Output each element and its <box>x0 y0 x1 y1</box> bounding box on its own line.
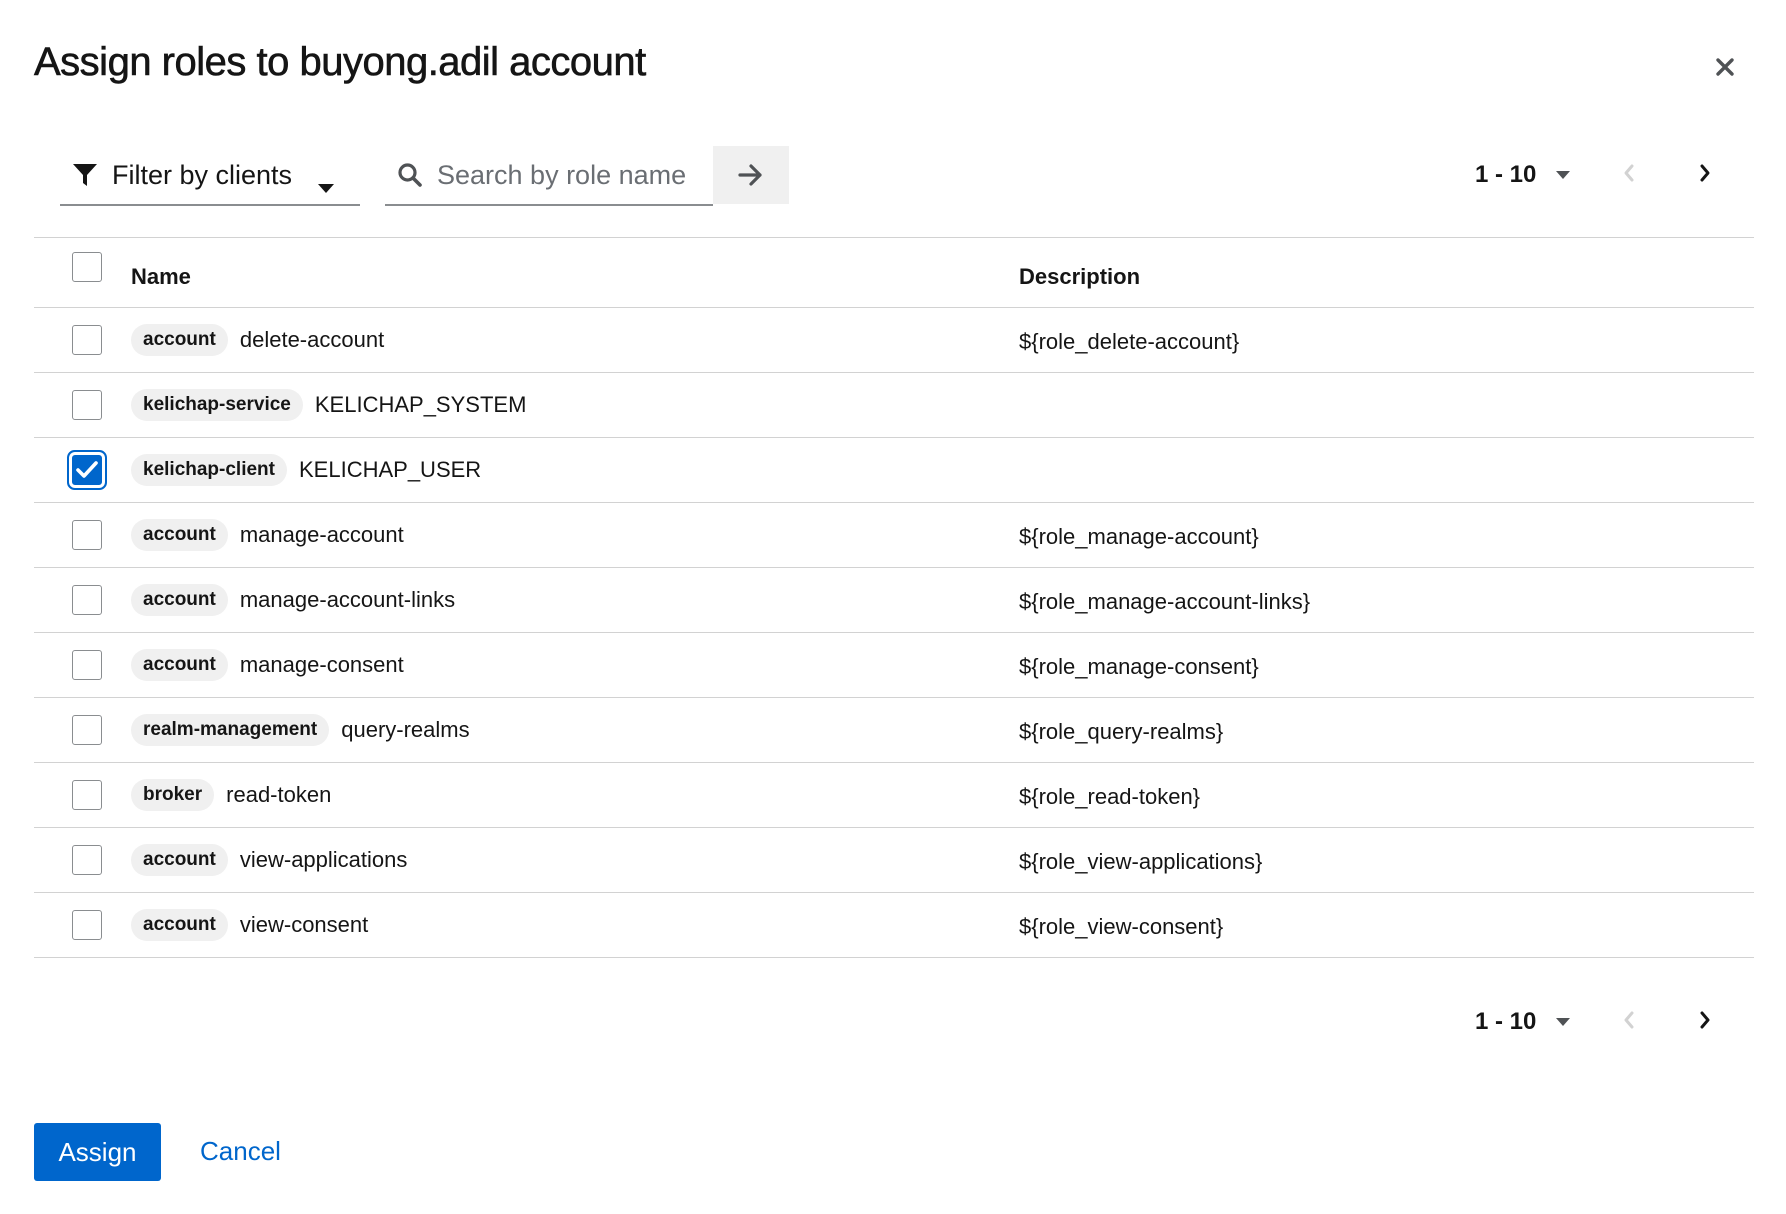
role-description: ${role_view-consent} <box>1019 914 1224 939</box>
role-name-cell: account manage-account-links <box>131 582 455 618</box>
role-description: ${role_manage-consent} <box>1019 654 1259 679</box>
top-pagination: 1 - 10 <box>1475 161 1710 189</box>
role-name: view-applications <box>239 847 408 872</box>
chevron-right-icon <box>1700 164 1710 182</box>
caret-down-icon <box>318 170 334 201</box>
pagination-range: 1 - 10 <box>1475 1008 1537 1035</box>
role-name: manage-account <box>239 522 404 547</box>
select-all-checkbox[interactable] <box>72 252 102 282</box>
row-checkbox[interactable] <box>72 520 102 550</box>
chevron-right-icon <box>1700 1011 1710 1029</box>
table-row: broker read-token ${role_read-token} <box>34 763 1754 828</box>
client-badge: account <box>131 649 228 681</box>
role-search-field[interactable] <box>385 146 713 206</box>
table-header: Name Description <box>34 238 1754 308</box>
table-row: kelichap-service KELICHAP_SYSTEM <box>34 373 1754 438</box>
row-checkbox[interactable] <box>72 715 102 745</box>
filter-icon <box>72 162 98 188</box>
checkmark-icon <box>76 461 98 478</box>
role-name: manage-account-links <box>239 587 456 612</box>
table-row: account manage-consent ${role_manage-conse… <box>34 633 1754 698</box>
table-row: account manage-account ${role_manage-accou… <box>34 503 1754 568</box>
role-name-cell: broker read-token <box>131 777 331 813</box>
pagination-range: 1 - 10 <box>1475 161 1537 188</box>
role-name-cell: kelichap-client KELICHAP_USER <box>131 452 481 488</box>
role-name: view-consent <box>239 912 369 937</box>
role-name: delete-account <box>239 327 385 352</box>
role-name: KELICHAP_USER <box>299 457 482 482</box>
assign-roles-modal: Assign roles to buyong.adil account Filt… <box>0 0 1786 1214</box>
role-name-cell: account delete-account <box>131 322 384 358</box>
client-badge: account <box>131 909 228 941</box>
row-checkbox[interactable] <box>72 455 102 485</box>
filter-by-clients-dropdown[interactable]: Filter by clients <box>60 146 360 206</box>
table-body: account delete-account ${role_delete-accou… <box>34 308 1754 958</box>
previous-page-button[interactable] <box>1623 163 1635 183</box>
role-name-cell: account manage-consent <box>131 647 404 683</box>
role-description: ${role_view-applications} <box>1019 849 1263 874</box>
search-input[interactable] <box>435 158 699 192</box>
role-description: ${role_query-realms} <box>1019 719 1224 744</box>
role-name: KELICHAP_SYSTEM <box>314 392 527 417</box>
description-column-header: Description <box>1019 264 1141 289</box>
role-name-cell: account manage-account <box>131 517 404 553</box>
row-checkbox[interactable] <box>72 910 102 940</box>
arrow-right-icon <box>738 164 762 186</box>
client-badge: account <box>131 519 228 551</box>
row-checkbox[interactable] <box>72 585 102 615</box>
role-name: query-realms <box>341 717 470 742</box>
cancel-button[interactable]: Cancel <box>200 1136 281 1167</box>
client-badge: kelichap-service <box>131 389 303 421</box>
role-name: manage-consent <box>239 652 404 677</box>
caret-down-icon <box>1556 170 1571 180</box>
table-row: account manage-account-links ${role_manage… <box>34 568 1754 633</box>
row-checkbox[interactable] <box>72 650 102 680</box>
search-icon <box>397 162 423 188</box>
role-description: ${role_delete-account} <box>1019 329 1240 354</box>
pagination-range-toggle[interactable]: 1 - 10 <box>1475 161 1571 189</box>
next-page-button[interactable] <box>1699 1010 1711 1030</box>
row-checkbox[interactable] <box>72 780 102 810</box>
next-page-button[interactable] <box>1699 163 1711 183</box>
close-button[interactable] <box>1708 50 1742 84</box>
table-row: kelichap-client KELICHAP_USER <box>34 438 1754 503</box>
role-name-cell: account view-consent <box>131 907 368 943</box>
client-badge: account <box>131 584 228 616</box>
close-icon <box>1716 58 1734 76</box>
client-badge: broker <box>131 779 215 811</box>
previous-page-button[interactable] <box>1623 1010 1635 1030</box>
assign-button[interactable]: Assign <box>34 1123 161 1181</box>
client-badge: account <box>131 844 228 876</box>
pagination-range-toggle[interactable]: 1 - 10 <box>1475 1008 1571 1036</box>
row-checkbox[interactable] <box>72 390 102 420</box>
client-badge: account <box>131 324 228 356</box>
caret-down-icon <box>1556 1017 1571 1027</box>
search-submit-button[interactable] <box>713 146 789 204</box>
table-row: realm-management query-realms ${role_query… <box>34 698 1754 763</box>
table-row: account delete-account ${role_delete-accou… <box>34 308 1754 373</box>
roles-table: Name Description account delete-account ${… <box>34 237 1754 958</box>
name-column-header: Name <box>131 264 191 289</box>
role-description: ${role_manage-account-links} <box>1019 589 1311 614</box>
table-row: account view-consent ${role_view-consent} <box>34 893 1754 958</box>
row-checkbox[interactable] <box>72 845 102 875</box>
row-checkbox[interactable] <box>72 325 102 355</box>
role-name: read-token <box>226 782 332 807</box>
chevron-left-icon <box>1624 164 1634 182</box>
client-badge: realm-management <box>131 714 330 746</box>
filter-label: Filter by clients <box>112 159 293 190</box>
role-name-cell: account view-applications <box>131 842 407 878</box>
table-row: account view-applications ${role_view-appl… <box>34 828 1754 893</box>
role-description: ${role_read-token} <box>1019 784 1201 809</box>
client-badge: kelichap-client <box>131 454 287 486</box>
role-description: ${role_manage-account} <box>1019 524 1259 549</box>
role-name-cell: realm-management query-realms <box>131 712 470 748</box>
role-name-cell: kelichap-service KELICHAP_SYSTEM <box>131 387 526 423</box>
chevron-left-icon <box>1624 1011 1634 1029</box>
modal-title: Assign roles to buyong.adil account <box>34 40 647 85</box>
bottom-pagination: 1 - 10 <box>1475 1008 1710 1036</box>
